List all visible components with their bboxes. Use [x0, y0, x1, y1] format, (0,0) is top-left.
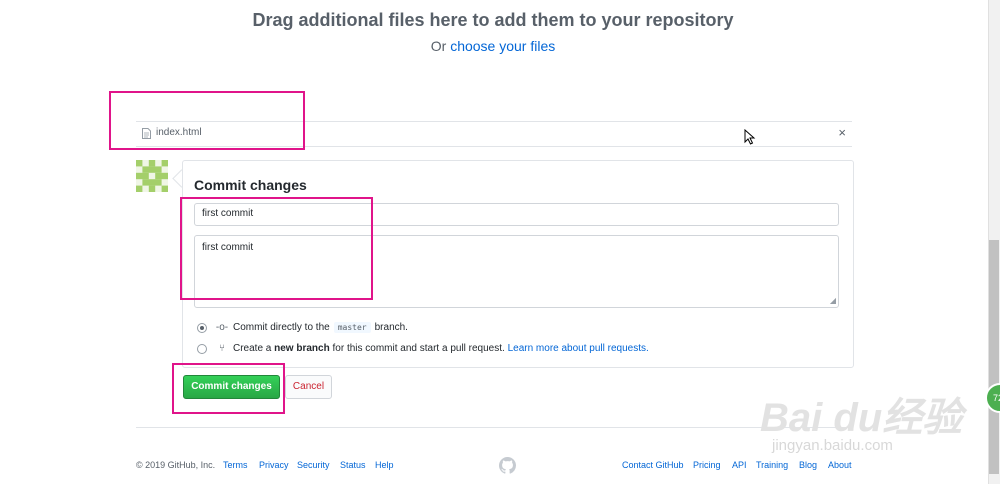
footer-link-about[interactable]: About [828, 460, 852, 470]
baidu-watermark: Bai du经验 [760, 396, 963, 440]
github-mark-icon[interactable] [499, 457, 516, 474]
option-direct-prefix: Commit directly to the [233, 322, 330, 333]
drag-files-title: Drag additional files here to add them t… [252, 10, 734, 30]
commit-title: Commit changes [194, 177, 307, 193]
footer-link-blog[interactable]: Blog [799, 460, 817, 470]
option-branch-suffix: for this commit and start a pull request… [332, 343, 505, 354]
option-branch-prefix: Create a [233, 343, 272, 354]
footer-link-privacy[interactable]: Privacy [259, 460, 289, 470]
pull-request-icon: ⑂ [219, 343, 225, 354]
annotation-box-file [109, 91, 305, 150]
scrollbar-thumb[interactable] [989, 240, 999, 474]
option-commit-direct[interactable]: -o- Commit directly to the master branch… [197, 322, 408, 333]
choose-files-line: Or choose your files [0, 38, 986, 54]
annotation-box-message [180, 197, 373, 300]
option-direct-suffix: branch. [374, 322, 408, 333]
annotation-box-commit-button [172, 363, 285, 414]
footer-link-terms[interactable]: Terms [223, 460, 248, 470]
footer-link-training[interactable]: Training [756, 460, 788, 470]
footer-link-contact[interactable]: Contact GitHub [622, 460, 684, 470]
radio-new-branch[interactable] [197, 343, 207, 354]
or-text: Or [430, 38, 451, 54]
radio-commit-direct[interactable] [197, 322, 207, 333]
branch-name: master [333, 322, 371, 333]
git-commit-icon: -o- [215, 322, 229, 333]
cancel-button[interactable]: Cancel [285, 375, 332, 399]
remove-file-icon[interactable]: × [838, 125, 846, 140]
footer-link-api[interactable]: API [732, 460, 747, 470]
footer-link-terms: Terms [223, 460, 248, 470]
footer-link-help[interactable]: Help [375, 460, 394, 470]
choose-files-link[interactable]: choose your files [450, 38, 555, 54]
footer-link-security[interactable]: Security [297, 460, 330, 470]
option-new-branch[interactable]: ⑂ Create a new branch for this commit an… [197, 343, 649, 354]
baidu-watermark-url: jingyan.baidu.com [772, 437, 893, 454]
footer-divider [136, 427, 852, 428]
avatar [136, 160, 168, 192]
learn-more-link[interactable]: Learn more about pull requests. [508, 343, 649, 354]
footer-copyright: © 2019 GitHub, Inc. [136, 460, 216, 470]
footer-link-status[interactable]: Status [340, 460, 366, 470]
mouse-cursor-icon [744, 129, 756, 145]
footer-link-pricing[interactable]: Pricing [693, 460, 721, 470]
option-branch-bold: new branch [274, 343, 330, 354]
resize-handle-icon[interactable]: ◢ [830, 296, 836, 305]
